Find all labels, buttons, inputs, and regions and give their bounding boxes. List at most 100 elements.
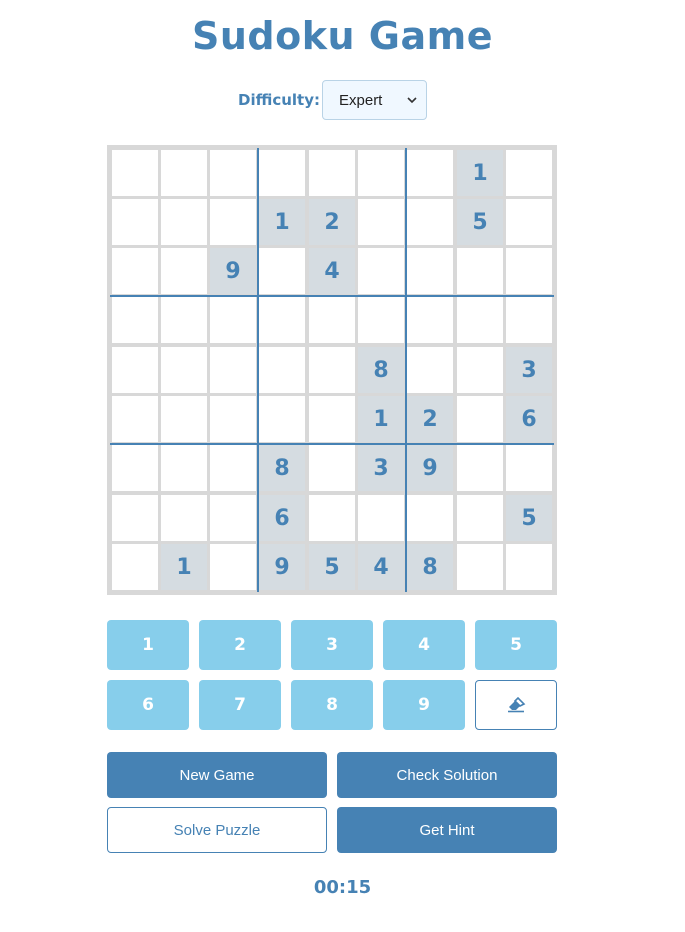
number-button-4[interactable]: 4 [383,620,465,670]
sudoku-cell[interactable]: 1 [457,150,503,196]
sudoku-cell[interactable] [358,199,404,245]
erase-button[interactable] [475,680,557,730]
sudoku-cell[interactable] [259,347,305,393]
sudoku-cell[interactable] [112,445,158,491]
sudoku-cell[interactable]: 5 [506,495,552,541]
chevron-down-icon [407,97,417,104]
sudoku-cell[interactable] [506,297,552,343]
sudoku-cell[interactable] [506,248,552,294]
sudoku-cell[interactable] [309,150,355,196]
solve-puzzle-button[interactable]: Solve Puzzle [107,807,327,853]
box-divider-horizontal [110,295,554,297]
sudoku-cell[interactable] [161,445,207,491]
sudoku-cell[interactable] [457,495,503,541]
sudoku-cell[interactable] [259,248,305,294]
sudoku-cell[interactable] [407,248,453,294]
difficulty-row: Difficulty: Expert [0,80,685,120]
sudoku-cell[interactable] [358,495,404,541]
sudoku-cell[interactable]: 4 [358,544,404,590]
number-button-6[interactable]: 6 [107,680,189,730]
sudoku-cell[interactable] [210,495,256,541]
number-button-3[interactable]: 3 [291,620,373,670]
sudoku-cell[interactable] [457,297,503,343]
sudoku-cell[interactable] [506,150,552,196]
sudoku-cell[interactable]: 8 [259,445,305,491]
sudoku-cell[interactable] [210,396,256,442]
sudoku-cell[interactable] [457,445,503,491]
difficulty-value: Expert [339,92,383,109]
get-hint-button[interactable]: Get Hint [337,807,557,853]
sudoku-cell[interactable] [210,297,256,343]
sudoku-cell[interactable] [457,347,503,393]
sudoku-cell[interactable]: 6 [506,396,552,442]
sudoku-cell[interactable]: 1 [259,199,305,245]
sudoku-cell[interactable] [161,495,207,541]
sudoku-cell[interactable] [358,297,404,343]
sudoku-cell[interactable] [407,150,453,196]
sudoku-cell[interactable] [161,150,207,196]
sudoku-cell[interactable]: 1 [161,544,207,590]
sudoku-cell[interactable] [259,297,305,343]
sudoku-cell[interactable]: 5 [309,544,355,590]
sudoku-cell[interactable] [309,495,355,541]
sudoku-cell[interactable]: 4 [309,248,355,294]
sudoku-cell[interactable]: 6 [259,495,305,541]
sudoku-cell[interactable] [358,248,404,294]
number-button-1[interactable]: 1 [107,620,189,670]
sudoku-cell[interactable]: 3 [506,347,552,393]
sudoku-cell[interactable] [210,544,256,590]
sudoku-cell[interactable] [506,199,552,245]
sudoku-cell[interactable] [309,297,355,343]
sudoku-cell[interactable] [161,396,207,442]
sudoku-cell[interactable] [407,199,453,245]
number-button-2[interactable]: 2 [199,620,281,670]
sudoku-cell[interactable] [407,297,453,343]
number-button-9[interactable]: 9 [383,680,465,730]
sudoku-cell[interactable] [112,248,158,294]
sudoku-cell[interactable] [407,495,453,541]
sudoku-cell[interactable]: 2 [309,199,355,245]
sudoku-cell[interactable] [210,150,256,196]
sudoku-cell[interactable]: 5 [457,199,503,245]
sudoku-cell[interactable] [161,248,207,294]
sudoku-cell[interactable] [457,396,503,442]
sudoku-cell[interactable] [407,347,453,393]
sudoku-cell[interactable]: 9 [210,248,256,294]
sudoku-cell[interactable] [309,347,355,393]
number-button-5[interactable]: 5 [475,620,557,670]
number-button-8[interactable]: 8 [291,680,373,730]
sudoku-cell[interactable] [112,150,158,196]
sudoku-cell[interactable]: 1 [358,396,404,442]
sudoku-cell[interactable]: 3 [358,445,404,491]
sudoku-cell[interactable] [112,199,158,245]
sudoku-cell[interactable]: 9 [259,544,305,590]
sudoku-cell[interactable]: 8 [358,347,404,393]
sudoku-cell[interactable] [112,396,158,442]
check-solution-button[interactable]: Check Solution [337,752,557,798]
sudoku-cell[interactable] [358,150,404,196]
number-button-7[interactable]: 7 [199,680,281,730]
sudoku-cell[interactable] [112,297,158,343]
sudoku-cell[interactable]: 2 [407,396,453,442]
sudoku-cell[interactable] [259,396,305,442]
sudoku-cell[interactable] [457,248,503,294]
sudoku-cell[interactable] [309,396,355,442]
sudoku-cell[interactable]: 8 [407,544,453,590]
sudoku-cell[interactable] [112,544,158,590]
sudoku-cell[interactable] [112,495,158,541]
sudoku-cell[interactable] [210,347,256,393]
sudoku-cell[interactable] [210,199,256,245]
sudoku-cell[interactable]: 9 [407,445,453,491]
difficulty-select[interactable]: Expert [322,80,427,120]
sudoku-cell[interactable] [506,544,552,590]
sudoku-cell[interactable] [161,297,207,343]
sudoku-cell[interactable] [210,445,256,491]
sudoku-cell[interactable] [161,199,207,245]
sudoku-cell[interactable] [112,347,158,393]
sudoku-cell[interactable] [506,445,552,491]
sudoku-cell[interactable] [309,445,355,491]
sudoku-cell[interactable] [161,347,207,393]
sudoku-cell[interactable] [457,544,503,590]
new-game-button[interactable]: New Game [107,752,327,798]
sudoku-cell[interactable] [259,150,305,196]
